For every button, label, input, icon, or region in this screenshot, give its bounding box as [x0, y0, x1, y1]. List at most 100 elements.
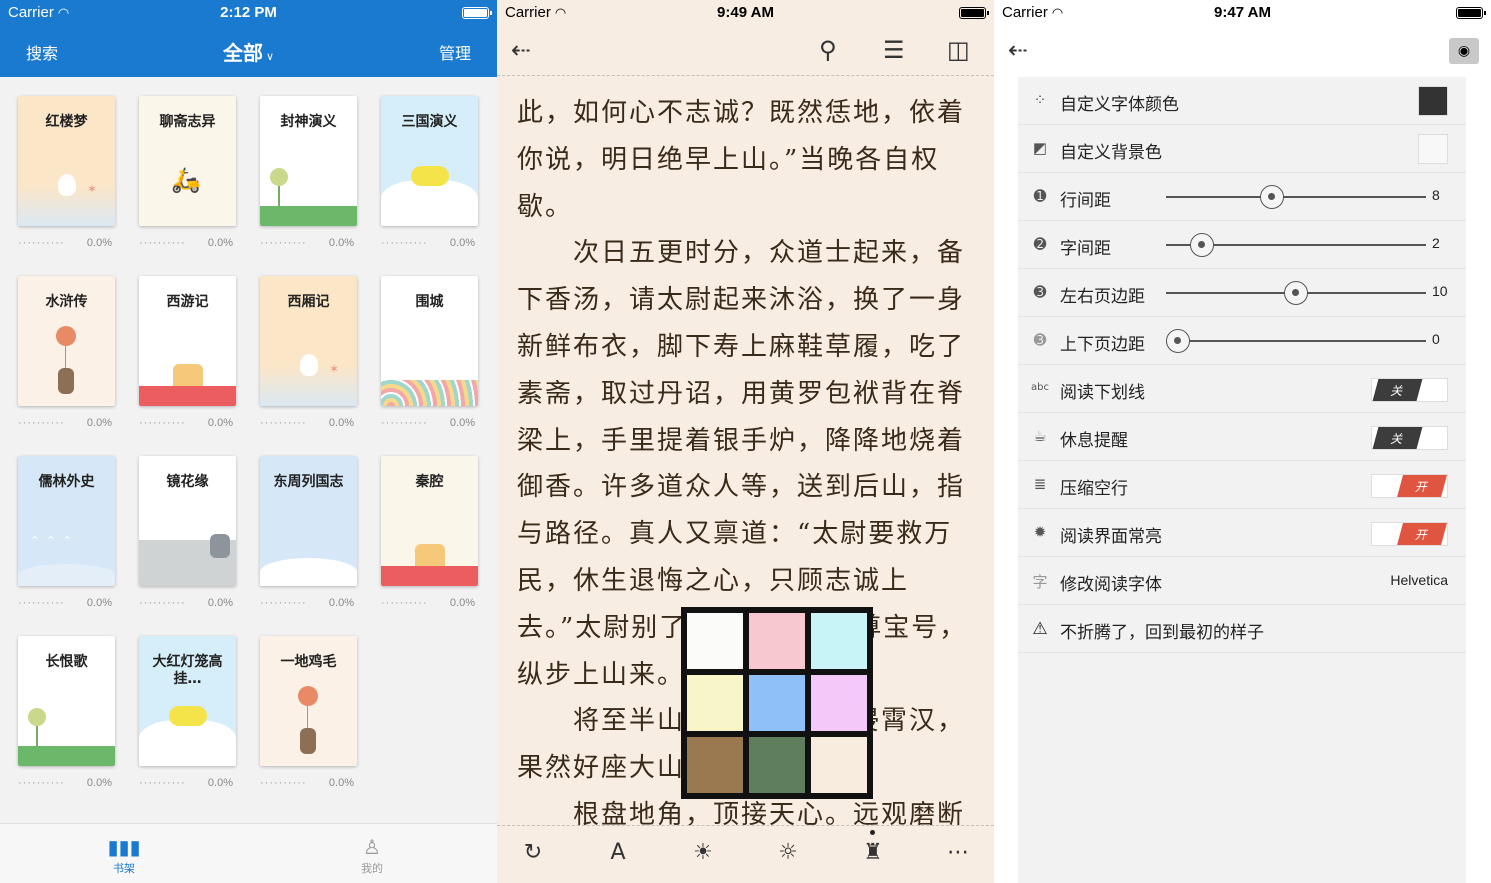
progress-percent: 0.0% [86, 417, 112, 429]
category-dropdown[interactable]: 全部 ∨ [0, 37, 497, 66]
book-item[interactable]: 一地鸡毛 ·········· 0.0% [260, 636, 357, 806]
book-cover[interactable]: 儒林外史 ⌃⌃⌃ [18, 456, 115, 586]
number-three-outline-icon: ➌ [1033, 331, 1047, 349]
book-cover[interactable]: 大红灯笼高挂… [139, 636, 236, 766]
row-label: 休息提醒 [1060, 431, 1128, 451]
reading-progress: ·········· 0.0% [381, 417, 478, 429]
lr-margin-slider[interactable] [1166, 281, 1426, 305]
book-item[interactable]: 水浒传 ·········· 0.0% [18, 276, 115, 446]
slider-knob[interactable] [1284, 281, 1308, 305]
back-arrow-icon[interactable]: ⇠ [1008, 36, 1028, 64]
book-cover[interactable]: 聊斋志异 🛵 [139, 96, 236, 226]
palette-swatch[interactable] [811, 737, 867, 793]
book-cover[interactable]: 封神演义 [260, 96, 357, 226]
palette-swatch[interactable] [687, 613, 743, 669]
chevron-down-icon: ∨ [265, 50, 275, 63]
tab-mine[interactable]: ♙ 我的 [332, 834, 412, 876]
palette-swatch[interactable] [811, 675, 867, 731]
book-item[interactable]: 儒林外史 ⌃⌃⌃ ·········· 0.0% [18, 456, 115, 626]
book-item[interactable]: 东周列国志 ·········· 0.0% [260, 456, 357, 626]
book-item[interactable]: 三国演义 ·········· 0.0% [381, 96, 478, 266]
book-cover[interactable]: 东周列国志 [260, 456, 357, 586]
book-item[interactable]: 西游记 ·········· 0.0% [139, 276, 236, 446]
compress-lines-toggle[interactable]: 开 [1371, 474, 1448, 498]
progress-percent: 0.0% [207, 417, 233, 429]
search-icon[interactable]: ⚲ [819, 36, 837, 64]
row-line-spacing: ➊ 行间距 8 [1018, 173, 1466, 221]
book-cover[interactable]: 长恨歌 [18, 636, 115, 766]
progress-percent: 0.0% [449, 417, 475, 429]
palette-swatch[interactable] [811, 613, 867, 669]
line-spacing-slider[interactable] [1166, 185, 1426, 209]
row-reset[interactable]: ⚠ 不折腾了，回到最初的样子 [1018, 605, 1466, 653]
slider-knob[interactable] [1166, 329, 1190, 353]
row-char-spacing: ➋ 字间距 2 [1018, 221, 1466, 269]
progress-percent: 0.0% [207, 777, 233, 789]
reading-progress: ·········· 0.0% [18, 597, 115, 609]
tab-bookshelf[interactable]: ▮▮▮ 书架 [84, 834, 164, 876]
tb-margin-slider[interactable] [1166, 329, 1426, 353]
row-label: 自定义字体颜色 [1060, 95, 1179, 115]
book-item[interactable]: 长恨歌 ·········· 0.0% [18, 636, 115, 806]
reading-progress: ·········· 0.0% [260, 417, 357, 429]
book-item[interactable]: 封神演义 ·········· 0.0% [260, 96, 357, 266]
back-arrow-icon[interactable]: ⇠ [511, 36, 531, 64]
book-item[interactable]: 镜花缘 ·········· 0.0% [139, 456, 236, 626]
book-title: 封神演义 [280, 114, 337, 130]
row-font[interactable]: 字 修改阅读字体 Helvetica [1018, 557, 1466, 605]
background-color-swatch[interactable] [1418, 134, 1448, 164]
book-item[interactable]: 聊斋志异 🛵 ·········· 0.0% [139, 96, 236, 266]
book-item[interactable]: 西厢记 ✶ ·········· 0.0% [260, 276, 357, 446]
book-cover[interactable]: 红楼梦 ✶ [18, 96, 115, 226]
char-spacing-slider[interactable] [1166, 233, 1426, 257]
rest-reminder-toggle[interactable]: 关 [1371, 426, 1448, 450]
settings-screen: Carrier ◠ 9:47 AM ⇠ ◉ ⁘ 自定义字体颜色 ◩ 自定义背景色 … [994, 0, 1491, 883]
row-keep-awake: ✹ 阅读界面常亮 开 [1018, 509, 1466, 557]
book-cover[interactable]: 水浒传 [18, 276, 115, 406]
book-cover[interactable]: 三国演义 [381, 96, 478, 226]
palette-swatch[interactable] [687, 675, 743, 731]
book-title: 水浒传 [45, 294, 88, 310]
font-color-swatch[interactable] [1418, 86, 1448, 116]
number-three-icon: ➌ [1033, 283, 1047, 301]
rotate-icon[interactable]: ↻ [513, 840, 553, 865]
bookmark-icon[interactable]: ◫ [947, 36, 970, 64]
reading-progress: ·········· 0.0% [260, 237, 357, 249]
reading-progress: ·········· 0.0% [139, 237, 236, 249]
book-item[interactable]: 大红灯笼高挂… ·········· 0.0% [139, 636, 236, 806]
book-cover[interactable]: 围城 [381, 276, 478, 406]
row-font-color[interactable]: ⁘ 自定义字体颜色 [1018, 77, 1466, 125]
progress-percent: 0.0% [207, 597, 233, 609]
book-item[interactable]: 红楼梦 ✶ ·········· 0.0% [18, 96, 115, 266]
eye-icon[interactable]: ◉ [1449, 38, 1479, 64]
palette-swatch[interactable] [687, 737, 743, 793]
slider-knob[interactable] [1260, 185, 1284, 209]
manage-button[interactable]: 管理 [439, 40, 471, 64]
keep-awake-toggle[interactable]: 开 [1371, 522, 1448, 546]
book-cover[interactable]: 镜花缘 [139, 456, 236, 586]
book-cover[interactable]: 西游记 [139, 276, 236, 406]
lightbulb-icon[interactable]: ☼ [768, 840, 808, 865]
book-item[interactable]: 围城 ·········· 0.0% [381, 276, 478, 446]
book-item[interactable]: 秦腔 ·········· 0.0% [381, 456, 478, 626]
brightness-icon[interactable]: ☀ [683, 840, 723, 865]
compress-lines-icon: ≣ [1033, 475, 1047, 493]
theme-shirt-icon[interactable]: ♜ [853, 840, 893, 865]
bookshelf-icon: ▮▮▮ [107, 835, 141, 859]
row-background-color[interactable]: ◩ 自定义背景色 [1018, 125, 1466, 173]
palette-swatch[interactable] [749, 675, 805, 731]
nav-bar: Carrier ◠ 2:12 PM 搜索 全部 ∨ 管理 [0, 0, 497, 77]
more-icon[interactable]: ⋯ [938, 840, 978, 865]
progress-dots: ·········· [260, 417, 307, 429]
slider-knob[interactable] [1190, 233, 1214, 257]
palette-swatch[interactable] [749, 737, 805, 793]
underline-toggle[interactable]: 关 [1371, 378, 1448, 402]
font-color-icon: ⁘ [1033, 91, 1047, 109]
book-cover[interactable]: 西厢记 ✶ [260, 276, 357, 406]
book-cover[interactable]: 一地鸡毛 [260, 636, 357, 766]
font-icon[interactable]: A [598, 840, 638, 865]
contents-list-icon[interactable]: ☰ [883, 36, 905, 64]
book-cover[interactable]: 秦腔 [381, 456, 478, 586]
palette-swatch[interactable] [749, 613, 805, 669]
row-compress-lines: ≣ 压缩空行 开 [1018, 461, 1466, 509]
